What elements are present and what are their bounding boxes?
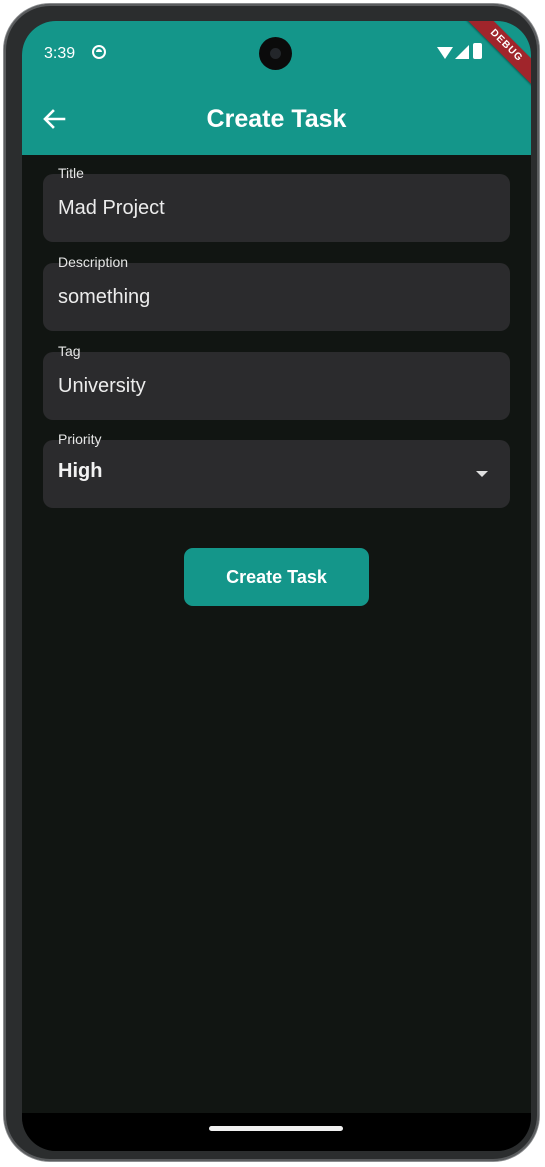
app-bar: 3:39 DEBUG Create Task	[22, 21, 531, 155]
front-camera	[259, 37, 292, 70]
page-title: Create Task	[206, 105, 347, 133]
title-field[interactable]: Title	[43, 165, 510, 242]
home-indicator[interactable]	[209, 1126, 343, 1131]
sync-icon	[92, 45, 106, 59]
tag-input[interactable]	[58, 372, 488, 400]
tag-label: Tag	[58, 343, 81, 359]
priority-label: Priority	[58, 431, 102, 447]
tag-field[interactable]: Tag	[43, 343, 510, 420]
priority-dropdown[interactable]: Priority High	[43, 431, 510, 508]
navigation-bar	[22, 1113, 531, 1151]
title-input[interactable]	[58, 194, 488, 222]
description-field[interactable]: Description	[43, 254, 510, 331]
battery-icon	[473, 43, 482, 59]
signal-icon	[455, 45, 469, 59]
description-label: Description	[58, 254, 129, 270]
create-task-button[interactable]: Create Task	[184, 548, 369, 606]
screen: 3:39 DEBUG Create Task Title Description	[22, 21, 531, 1151]
priority-selected-value: High	[58, 460, 103, 482]
wifi-icon	[437, 47, 453, 59]
device-frame: 3:39 DEBUG Create Task Title Description	[4, 4, 539, 1161]
title-label: Title	[58, 165, 84, 181]
caret-down-icon[interactable]	[476, 471, 488, 477]
status-time: 3:39	[44, 45, 76, 62]
description-input[interactable]	[58, 283, 488, 311]
status-icons	[437, 43, 497, 65]
